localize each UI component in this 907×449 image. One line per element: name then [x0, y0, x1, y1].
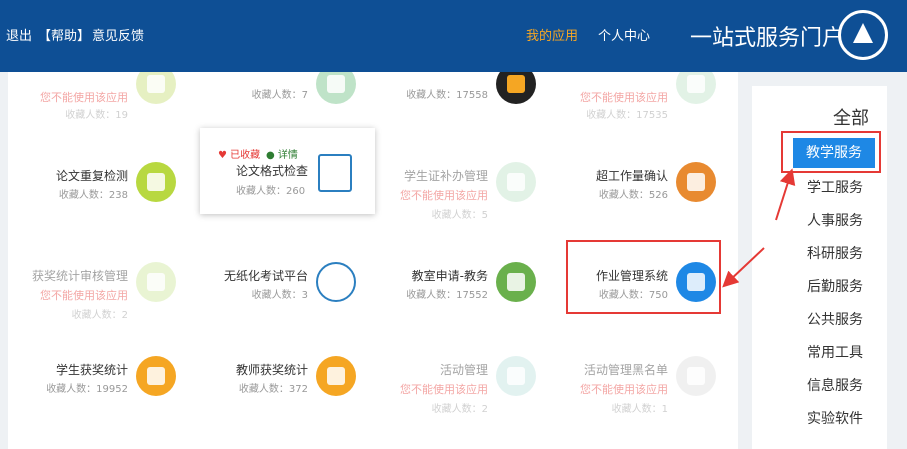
sidebar-item-hr[interactable]: 人事服务 [807, 210, 863, 230]
app-card-activity-blacklist[interactable]: 活动管理黑名单 您不能使用该应用 收藏人数：1 [548, 356, 728, 436]
app-card-classroom-apply[interactable]: 教室申请-教务 收藏人数：17552 [368, 262, 548, 342]
sidebar-item-research[interactable]: 科研服务 [807, 243, 863, 263]
app-name: 无纸化考试平台 [223, 269, 308, 283]
sidebar-item-tools[interactable]: 常用工具 [807, 342, 863, 362]
sidebar-title[interactable]: 全部 [833, 104, 869, 130]
site-title[interactable]: 一站式服务门户 [690, 20, 844, 52]
app-count: 收藏人数：372 [238, 384, 308, 395]
app-name: 学生获奖统计 [55, 363, 128, 377]
app-icon [496, 262, 536, 302]
app-name: 获奖统计审核管理 [31, 269, 128, 283]
document-search-icon [318, 154, 352, 192]
feedback-link[interactable]: 意见反馈 [92, 25, 144, 44]
app-warning: 您不能使用该应用 [40, 91, 128, 104]
app-count: 收藏人数：19 [65, 110, 128, 121]
app-warning: 您不能使用该应用 [580, 91, 668, 104]
app-icon [676, 356, 716, 396]
app-hover-card[interactable]: ♥ 已收藏 ● 详情 论文格式检查 收藏人数：260 [200, 128, 375, 214]
app-count: 收藏人数：17552 [406, 290, 488, 301]
app-icon [136, 262, 176, 302]
app-icon [676, 162, 716, 202]
app-card-activity-manage[interactable]: 活动管理 您不能使用该应用 收藏人数：2 [368, 356, 548, 436]
app-name: 论文重复检测 [55, 169, 128, 183]
app-count: 收藏人数：3 [251, 290, 308, 301]
app-count: 收藏人数：5 [431, 210, 488, 221]
app-card-student-id[interactable]: 学生证补办管理 您不能使用该应用 收藏人数：5 [368, 162, 548, 242]
app-count: 收藏人数：526 [598, 190, 668, 201]
app-count: 收藏人数：238 [58, 190, 128, 201]
app-count: 收藏人数：2 [71, 310, 128, 321]
app-count: 收藏人数：1 [611, 404, 668, 415]
app-warning: 您不能使用该应用 [400, 189, 488, 202]
app-name: 学生证补办管理 [403, 169, 488, 183]
app-icon [496, 72, 536, 104]
nav-personal-center[interactable]: 个人中心 [598, 25, 650, 44]
highlight-box-homework [566, 240, 721, 314]
sidebar-item-student-affairs[interactable]: 学工服务 [807, 177, 863, 197]
app-card-thesis-duplicate-check[interactable]: 论文重复检测 收藏人数：238 [8, 162, 188, 242]
app-card[interactable]: 您不能使用该应用 收藏人数：17535 [548, 72, 728, 144]
app-card-student-awards[interactable]: 学生获奖统计 收藏人数：19952 [8, 356, 188, 436]
app-icon [316, 72, 356, 104]
sidebar-item-public[interactable]: 公共服务 [807, 309, 863, 329]
app-icon [496, 356, 536, 396]
app-name: 超工作量确认 [595, 169, 668, 183]
app-name: 教师获奖统计 [235, 363, 308, 377]
favorited-badge[interactable]: ♥ 已收藏 [218, 146, 260, 161]
app-name: 论文格式检查 [236, 164, 309, 178]
logout-link[interactable]: 退出 [6, 25, 32, 44]
sidebar-item-lab-software[interactable]: 实验软件 [807, 408, 863, 428]
app-count: 收藏人数：17535 [586, 110, 668, 121]
app-icon [316, 356, 356, 396]
app-card-teacher-awards[interactable]: 教师获奖统计 收藏人数：372 [188, 356, 368, 436]
app-count: 收藏人数：7 [251, 90, 308, 101]
app-count: 收藏人数：260 [236, 186, 306, 197]
app-card[interactable]: 您不能使用该应用 收藏人数：19 [8, 72, 188, 144]
app-icon [676, 72, 716, 104]
sidebar-item-logistics[interactable]: 后勤服务 [807, 276, 863, 296]
app-name: 活动管理黑名单 [583, 363, 668, 377]
nav-my-apps[interactable]: 我的应用 [526, 25, 578, 44]
app-warning: 您不能使用该应用 [40, 289, 128, 302]
app-icon [136, 162, 176, 202]
app-card-paperless-exam[interactable]: 无纸化考试平台 收藏人数：3 [188, 262, 368, 342]
sidebar-item-info[interactable]: 信息服务 [807, 375, 863, 395]
app-warning: 您不能使用该应用 [400, 383, 488, 396]
details-link[interactable]: ● 详情 [266, 146, 298, 161]
app-icon [136, 72, 176, 104]
app-card-workload-confirm[interactable]: 超工作量确认 收藏人数：526 [548, 162, 728, 242]
app-icon [136, 356, 176, 396]
app-count: 收藏人数：19952 [46, 384, 128, 395]
help-link[interactable]: 【帮助】 [38, 25, 90, 44]
app-warning: 您不能使用该应用 [580, 383, 668, 396]
app-card-award-review[interactable]: 获奖统计审核管理 您不能使用该应用 收藏人数：2 [8, 262, 188, 342]
gear-person-icon [316, 262, 356, 302]
highlight-box-teaching [781, 131, 881, 173]
app-card[interactable]: 收藏人数：17558 [368, 72, 548, 144]
app-count: 收藏人数：17558 [406, 90, 488, 101]
app-count: 收藏人数：2 [431, 404, 488, 415]
app-name: 活动管理 [439, 363, 488, 377]
university-logo [838, 10, 888, 60]
app-icon [496, 162, 536, 202]
app-name: 教室申请-教务 [411, 269, 488, 283]
